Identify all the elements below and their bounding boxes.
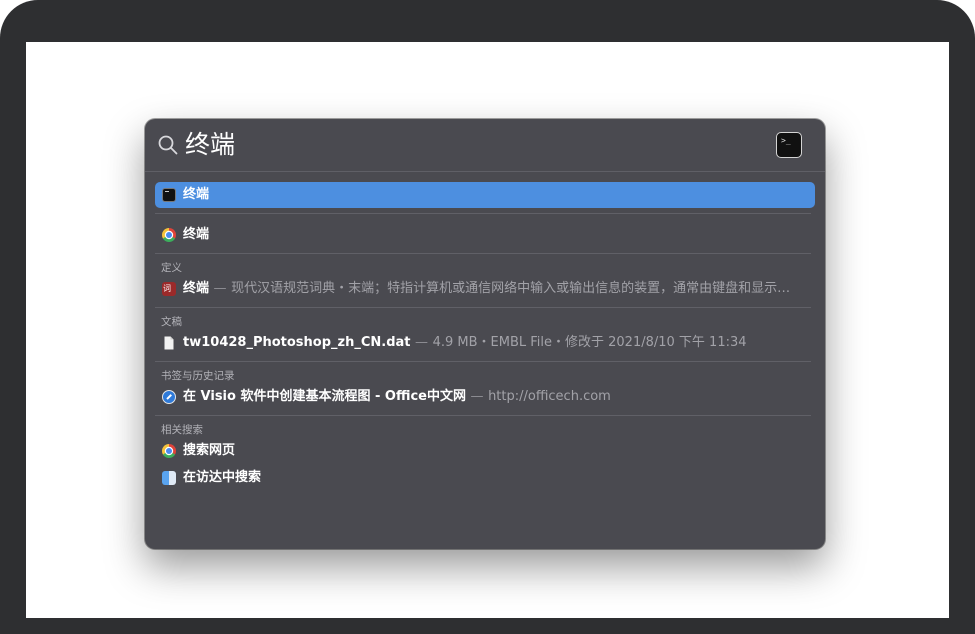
divider [155, 361, 811, 362]
terminal-preview-icon: >_ [776, 132, 802, 158]
section-title-related: 相关搜索 [161, 424, 203, 436]
result-label: 终端 — 现代汉语规范词典・末端；特指计算机或通信网络中输入或输出信息的装置，通… [183, 281, 791, 296]
result-label: tw10428_Photoshop_zh_CN.dat — 4.9 MB・EMB… [183, 335, 747, 350]
result-label: 终端 [183, 227, 210, 242]
result-search-web[interactable]: 搜索网页 [155, 438, 815, 464]
search-input[interactable]: 终端 [185, 128, 235, 162]
search-icon [158, 135, 178, 155]
spotlight-panel: 终端 >_ 终端 终端 定义 终端 — 现代汉语规范词典・末端；特指计算机或通信… [145, 119, 825, 549]
result-top-hit[interactable]: 终端 [155, 182, 815, 208]
search-bar: 终端 >_ [145, 119, 825, 172]
safari-icon [162, 390, 176, 404]
result-bookmark[interactable]: 在 Visio 软件中创建基本流程图 - Office中文网 — http://… [155, 384, 815, 410]
result-label: 搜索网页 [183, 443, 236, 458]
divider [155, 213, 811, 214]
terminal-icon [162, 188, 176, 202]
result-definition[interactable]: 终端 — 现代汉语规范词典・末端；特指计算机或通信网络中输入或输出信息的装置，通… [155, 276, 815, 302]
chrome-icon [162, 228, 176, 242]
result-search-finder[interactable]: 在访达中搜索 [155, 465, 815, 491]
terminal-prompt-glyph: >_ [781, 136, 791, 145]
divider [155, 307, 811, 308]
result-document[interactable]: tw10428_Photoshop_zh_CN.dat — 4.9 MB・EMB… [155, 330, 815, 356]
section-title-definition: 定义 [161, 262, 182, 274]
section-title-bookmarks: 书签与历史记录 [161, 370, 235, 382]
result-label: 在 Visio 软件中创建基本流程图 - Office中文网 — http://… [183, 389, 611, 404]
document-icon [164, 336, 174, 350]
divider [155, 415, 811, 416]
chrome-icon [162, 444, 176, 458]
finder-icon [162, 471, 176, 485]
result-label: 终端 [183, 187, 210, 202]
dictionary-icon [162, 282, 176, 296]
section-title-documents: 文稿 [161, 316, 182, 328]
result-label: 在访达中搜索 [183, 470, 262, 485]
result-chrome[interactable]: 终端 [155, 222, 815, 248]
divider [155, 253, 811, 254]
